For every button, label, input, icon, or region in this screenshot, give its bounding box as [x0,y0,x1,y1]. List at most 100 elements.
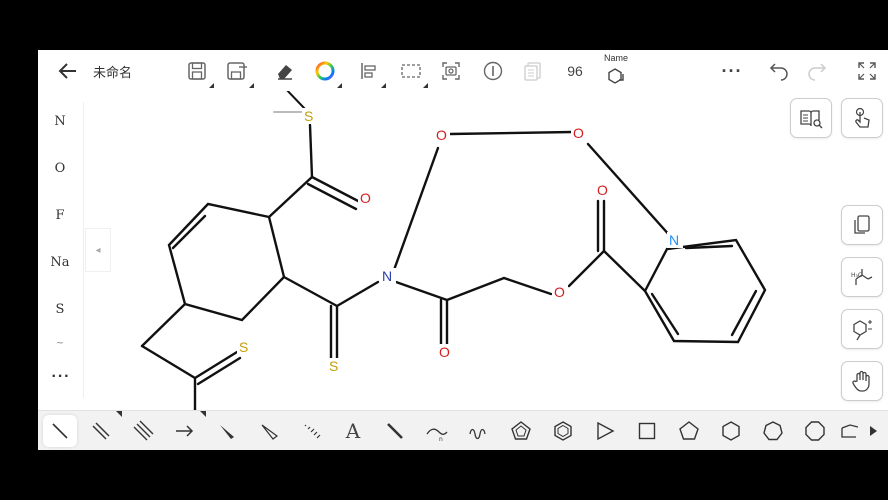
element-n[interactable]: N [38,114,82,129]
color-picker-button[interactable] [310,54,342,88]
square-tool[interactable] [630,415,664,447]
hollow-wedge-tool[interactable] [252,415,286,447]
save-as-button[interactable] [222,54,254,88]
pages-button[interactable] [518,54,548,88]
element-s[interactable]: S [38,302,82,317]
bold-bond-icon [387,423,403,439]
bond [502,276,553,296]
text-tool[interactable]: A [336,415,370,447]
triangle-tool[interactable] [588,415,622,447]
partial-ring-tool[interactable] [838,415,860,447]
arrow-right-icon [176,425,194,437]
bond-toolbar: A n [38,410,888,450]
hashed-wedge-icon [304,424,321,439]
bond [282,275,339,308]
heptagon-icon [763,421,783,441]
scroll-tools-right-button[interactable] [862,415,884,447]
touch-mode-button[interactable] [841,98,883,138]
pentagon-tool[interactable] [672,415,706,447]
bond [267,175,314,219]
file-title[interactable]: 未命名 [93,62,132,81]
select-button[interactable] [396,54,428,88]
ring-double-bond [171,214,207,250]
element-panel: N O F Na S ~ ··· [38,102,84,398]
touch-gesture-icon [855,107,870,128]
wavy-bond-tool[interactable] [462,415,496,447]
wavy-bond-icon [469,428,486,440]
hand-icon [852,370,870,392]
curved-arrow-tool[interactable]: n [420,415,454,447]
svg-text:H₃C: H₃C [851,272,862,279]
molecule [140,91,767,410]
benzene-tool[interactable] [546,415,580,447]
more-button[interactable]: ··· [714,54,750,88]
benzene-ring-icon [554,421,572,441]
arrow-left-icon [58,63,76,79]
copy-icon [854,215,870,234]
atom-s-thio: S [329,358,338,374]
ring-charge-icon [853,320,872,341]
pages-icon [524,62,541,81]
info-button[interactable] [478,54,508,88]
svg-text:n: n [439,436,443,442]
text-tool-label: A [345,419,361,443]
info-icon [483,61,503,81]
zoom-level[interactable]: 96 [558,54,592,88]
triangle-icon [597,421,615,441]
element-o[interactable]: O [38,161,82,176]
save-button[interactable] [182,54,214,88]
back-button[interactable] [54,54,82,88]
single-bond-tool[interactable] [43,415,77,447]
bond [308,123,314,179]
hollow-wedge-icon [261,424,279,440]
redo-button[interactable] [802,54,834,88]
bond [335,280,380,308]
screenshot-button[interactable] [436,54,466,88]
atom-o-carbonyl: O [360,190,371,206]
heptagon-tool[interactable] [756,415,790,447]
cyclopentane-tool[interactable] [504,415,538,447]
save-as-icon [227,62,247,80]
hexagon-icon [722,421,740,441]
element-f[interactable]: F [38,208,82,223]
redo-icon [808,63,827,81]
octagon-tool[interactable] [798,415,832,447]
element-more-button[interactable]: ··· [48,368,74,386]
color-wheel-icon [315,61,335,81]
hexagon-tool[interactable] [714,415,748,447]
align-button[interactable] [354,54,386,88]
double-bond-tool[interactable] [84,415,118,447]
functional-group-button[interactable]: H₃C [841,257,883,297]
undo-button[interactable] [762,54,794,88]
bond [392,146,440,272]
fullscreen-icon [858,62,876,80]
top-toolbar: 未命名 96 Name ··· [38,50,888,91]
panel-collapse-handle[interactable]: ◂ [85,228,111,272]
bond [445,276,506,302]
ring-bond [167,202,286,322]
ring-tool-button[interactable] [841,309,883,349]
drawing-canvas[interactable]: S O O O O N N O O S S H N [38,91,888,410]
triple-bond-tool[interactable] [126,415,160,447]
wedge-bond-tool[interactable] [210,415,244,447]
octagon-icon [805,421,825,441]
functional-group-icon: H₃C [851,269,873,285]
element-partial[interactable]: ~ [38,338,82,349]
atom-s-top: S [304,108,313,124]
triangle-right-icon [870,426,877,436]
bond [286,91,307,111]
bold-bond-tool[interactable] [378,415,412,447]
fullscreen-button[interactable] [850,54,884,88]
hashed-wedge-tool[interactable] [294,415,328,447]
pan-hand-button[interactable] [841,361,883,401]
eraser-button[interactable] [270,54,300,88]
pentagon-icon [679,421,699,440]
name-structure-button[interactable]: Name [601,53,631,88]
arrow-tool[interactable] [168,415,202,447]
tool-corner-marker [116,411,122,417]
element-na[interactable]: Na [38,255,82,270]
atom-n-pyridine: N [669,232,679,248]
template-library-button[interactable] [790,98,832,138]
copy-page-button[interactable] [841,205,883,245]
bond [140,302,187,348]
